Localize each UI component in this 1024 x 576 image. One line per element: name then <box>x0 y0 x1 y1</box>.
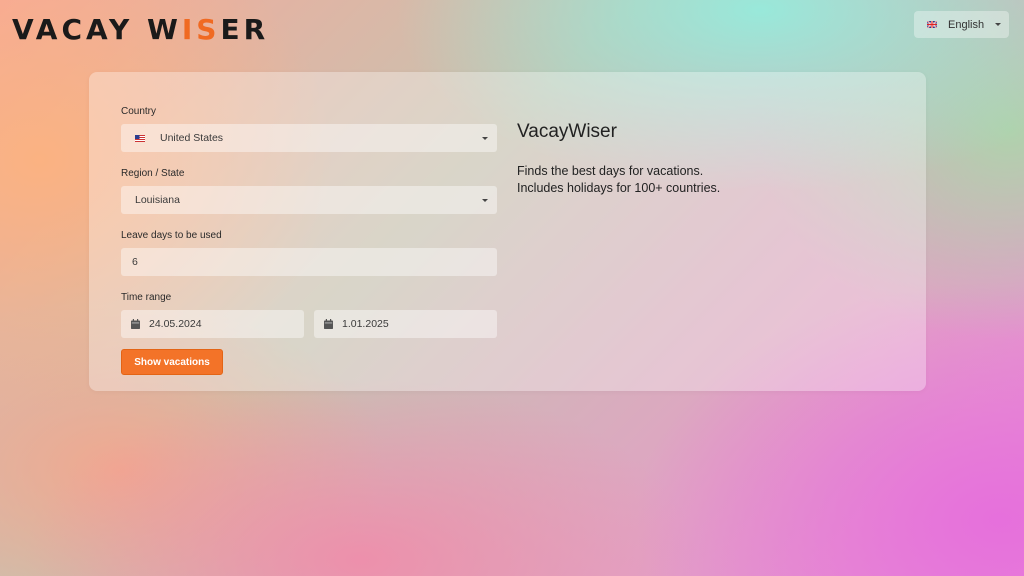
region-value: Louisiana <box>135 194 180 206</box>
chevron-down-icon <box>995 23 1001 26</box>
start-date-input[interactable]: 24.05.2024 <box>121 310 304 338</box>
end-date-value: 1.01.2025 <box>342 318 389 330</box>
search-card: Country United States Region / State Lou… <box>89 72 926 391</box>
country-group: Country United States <box>121 105 497 152</box>
uk-flag-icon <box>927 21 937 28</box>
vacaywiser-logo[interactable]: VACAY WISER <box>12 14 269 46</box>
info-panel: VacayWiser Finds the best days for vacat… <box>517 120 897 197</box>
region-label: Region / State <box>121 168 185 179</box>
logo-text-accent: IS <box>181 13 221 46</box>
leave-days-label: Leave days to be used <box>121 230 222 241</box>
region-select[interactable]: Louisiana <box>121 186 497 214</box>
language-label: English <box>948 18 985 31</box>
calendar-icon <box>324 319 333 329</box>
info-title: VacayWiser <box>517 121 617 142</box>
logo-text-part1: VACAY W <box>12 13 182 46</box>
language-selector[interactable]: English <box>914 11 1009 38</box>
end-date-input[interactable]: 1.01.2025 <box>314 310 497 338</box>
logo-text-part2: ER <box>220 13 270 46</box>
region-group: Region / State Louisiana <box>121 167 497 214</box>
info-line-1: Finds the best days for vacations. <box>517 164 704 178</box>
calendar-icon <box>131 319 140 329</box>
show-vacations-button[interactable]: Show vacations <box>121 349 223 375</box>
time-range-group: Time range 24.05.2024 1.01.2025 <box>121 291 497 338</box>
country-label: Country <box>121 106 157 117</box>
time-range-label: Time range <box>121 292 172 303</box>
info-line-2: Includes holidays for 100+ countries. <box>517 181 721 195</box>
start-date-value: 24.05.2024 <box>149 318 202 330</box>
country-select[interactable]: United States <box>121 124 497 152</box>
country-value: United States <box>160 132 224 144</box>
chevron-down-icon <box>482 198 488 202</box>
us-flag-icon <box>135 134 145 142</box>
vacation-form: Country United States Region / State Lou… <box>121 105 497 375</box>
leave-days-group: Leave days to be used 6 <box>121 229 497 276</box>
leave-days-value: 6 <box>132 256 138 268</box>
date-range: 24.05.2024 1.01.2025 <box>121 310 497 338</box>
chevron-down-icon <box>482 136 488 140</box>
leave-days-input[interactable]: 6 <box>121 248 497 276</box>
